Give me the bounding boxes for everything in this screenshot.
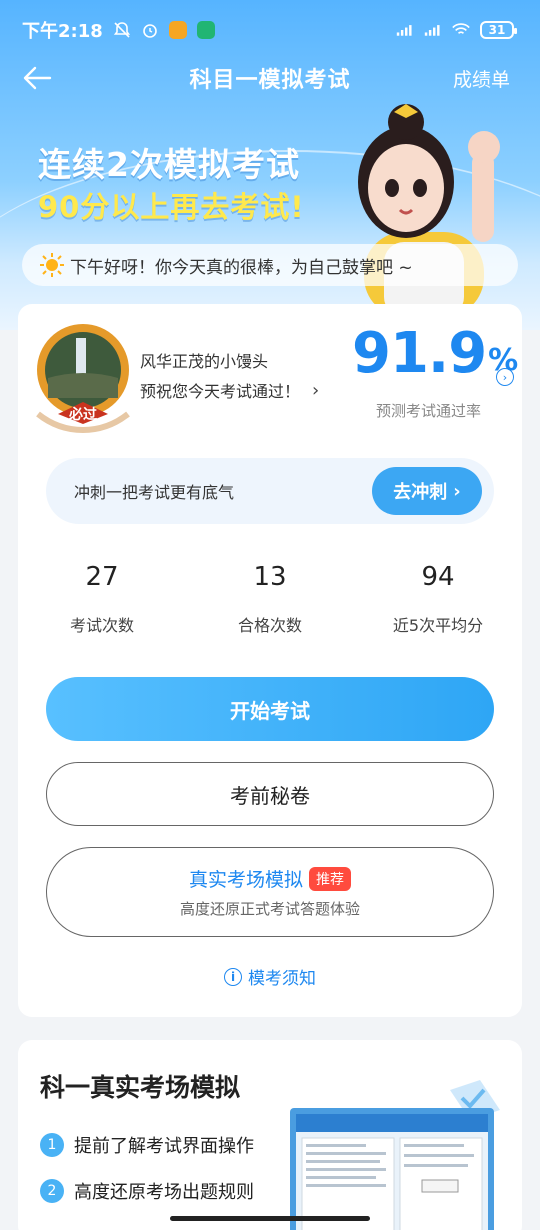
stat-value: 13 xyxy=(253,562,287,592)
exam-notice-link[interactable]: i 模考须知 xyxy=(18,964,522,989)
chevron-circle-right-icon[interactable]: › xyxy=(496,368,514,386)
status-bar: 下午2:18 31 xyxy=(0,0,540,60)
stat-label: 合格次数 xyxy=(237,616,302,635)
greeting-text: 下午好呀！你今天真的很棒，为自己鼓掌吧 ~ xyxy=(70,257,413,278)
chevron-right-icon: › xyxy=(453,480,461,502)
section-title: 科一真实考场模拟 xyxy=(40,1073,241,1102)
user-name: 风华正茂的小馒头 xyxy=(140,352,269,371)
security-app-icon xyxy=(196,21,215,39)
real-exam-title-row: 真实考场模拟 推荐 xyxy=(189,865,351,892)
signal-icon xyxy=(424,21,442,39)
notes-app-icon xyxy=(168,21,187,39)
real-exam-simulation-button[interactable]: 真实考场模拟 推荐 高度还原正式考试答题体验 xyxy=(46,847,494,937)
stat-label: 近5次平均分 xyxy=(392,616,484,635)
feature-item: 1 提前了解考试界面操作 xyxy=(40,1132,254,1158)
status-right: 31 xyxy=(396,21,517,39)
avatar-badge: 必过 xyxy=(36,324,130,434)
report-card-link[interactable]: 成绩单 xyxy=(453,65,510,92)
stat-value: 27 xyxy=(85,562,119,592)
pass-rate: 91.9 % xyxy=(352,326,518,382)
battery-icon: 31 xyxy=(480,21,517,39)
home-indicator[interactable] xyxy=(170,1216,370,1221)
exam-screen-preview-image xyxy=(290,1080,500,1230)
real-exam-title: 真实考场模拟 xyxy=(188,869,303,891)
sun-icon xyxy=(40,253,64,277)
greeting-banner: 下午好呀！你今天真的很棒，为自己鼓掌吧 ~ xyxy=(22,244,518,286)
start-exam-button[interactable]: 开始考试 xyxy=(46,677,494,741)
real-exam-subtitle: 高度还原正式考试答题体验 xyxy=(179,900,360,918)
stat-average-score: 94 近5次平均分 xyxy=(354,562,522,636)
sprint-text: 冲刺一把考试更有底气 xyxy=(74,483,235,502)
status-time: 下午2:18 xyxy=(22,21,103,42)
user-wish-link[interactable]: 预祝您今天考试通过！ › xyxy=(140,378,319,402)
bell-off-icon xyxy=(113,21,131,39)
real-exam-section: 科一真实考场模拟 1 提前了解考试界面操作 2 高度还原考场出题规则 xyxy=(18,1040,522,1230)
sprint-button-label: 去冲刺 xyxy=(393,482,448,503)
stats-row: 27 考试次数 13 合格次数 94 近5次平均分 xyxy=(18,562,522,636)
chevron-right-icon: › xyxy=(312,379,320,401)
back-arrow-icon[interactable] xyxy=(20,62,56,94)
page-title: 科目一模拟考试 xyxy=(189,68,351,93)
user-wish-text: 预祝您今天考试通过！ xyxy=(140,382,301,401)
feature-item: 2 高度还原考场出题规则 xyxy=(40,1178,254,1204)
secret-paper-button[interactable]: 考前秘卷 xyxy=(46,762,494,826)
stat-value: 94 xyxy=(421,562,455,592)
signal-icon xyxy=(396,21,414,39)
feature-text: 提前了解考试界面操作 xyxy=(74,1136,254,1157)
status-left: 下午2:18 xyxy=(22,17,215,43)
stat-label: 考试次数 xyxy=(69,616,134,635)
feature-number: 2 xyxy=(40,1179,64,1203)
badge-label: 必过 xyxy=(68,406,97,423)
feature-text: 高度还原考场出题规则 xyxy=(74,1182,254,1203)
info-icon: i xyxy=(224,967,242,986)
sprint-banner: 冲刺一把考试更有底气 去冲刺 › xyxy=(46,458,494,524)
alarm-icon xyxy=(141,21,159,39)
pass-rate-value: 91.9 xyxy=(352,321,487,386)
hero-headline: 连续2次模拟考试 xyxy=(38,145,300,184)
sprint-button[interactable]: 去冲刺 › xyxy=(372,467,482,515)
exam-notice-label: 模考须知 xyxy=(248,969,316,989)
exam-card: 必过 风华正茂的小馒头 预祝您今天考试通过！ › 91.9 % › 预测考试通过… xyxy=(18,304,522,1017)
pass-rate-label: 预测考试通过率 xyxy=(376,402,482,420)
wifi-icon xyxy=(452,21,470,39)
feature-number: 1 xyxy=(40,1133,64,1157)
hero-subheadline: 90分以上再去考试! xyxy=(38,190,305,224)
recommend-badge: 推荐 xyxy=(309,866,351,891)
stat-exam-count: 27 考试次数 xyxy=(18,562,186,636)
stat-pass-count: 13 合格次数 xyxy=(186,562,354,636)
